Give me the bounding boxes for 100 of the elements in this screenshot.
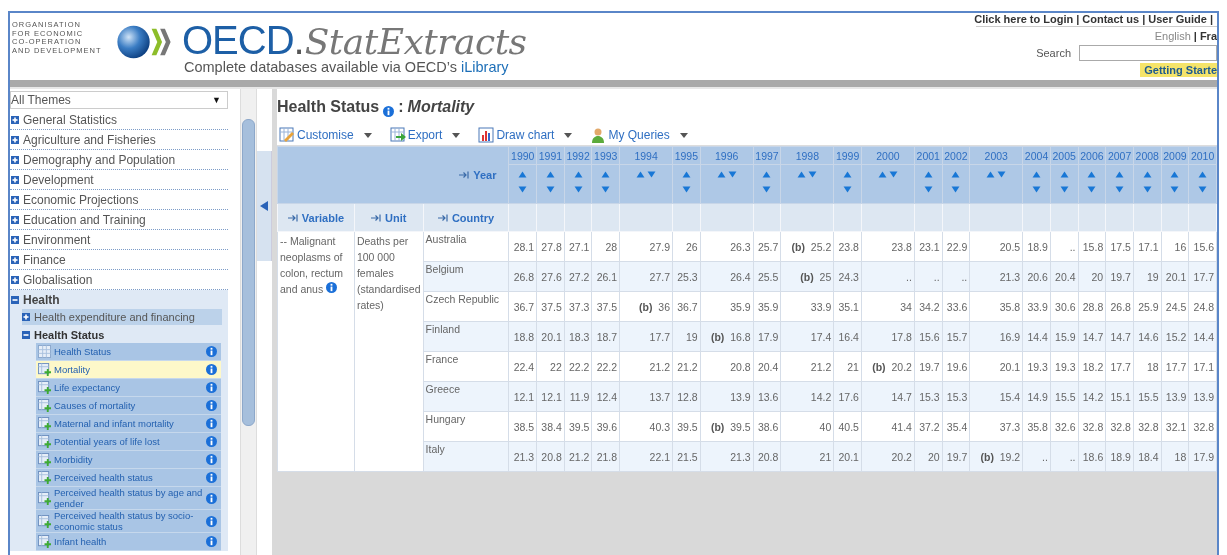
info-icon[interactable] — [206, 382, 217, 393]
sort-down-icon[interactable] — [843, 186, 853, 193]
info-icon[interactable] — [326, 282, 338, 293]
sort-up-icon[interactable] — [518, 171, 528, 178]
expand-icon[interactable] — [11, 135, 19, 144]
sort-up-icon[interactable] — [951, 171, 961, 178]
expand-icon[interactable] — [11, 215, 19, 224]
sort-up-icon[interactable] — [797, 171, 807, 178]
sort-down-icon[interactable] — [727, 171, 737, 178]
sort-up-icon[interactable] — [843, 171, 853, 178]
toolbar-button[interactable]: Export — [389, 127, 461, 143]
info-icon[interactable] — [206, 364, 217, 375]
sort-down-icon[interactable] — [1115, 186, 1125, 193]
dimension-header[interactable]: Variable — [277, 203, 355, 232]
collapse-left-icon[interactable] — [260, 201, 268, 211]
sort-up-icon[interactable] — [545, 171, 555, 178]
sort-up-icon[interactable] — [681, 171, 691, 178]
toolbar-button[interactable]: Draw chart — [478, 127, 573, 143]
sort-down-icon[interactable] — [951, 186, 961, 193]
theme-item[interactable]: Education and Training — [10, 210, 228, 230]
sort-up-icon[interactable] — [1142, 171, 1152, 178]
dataset-item[interactable]: Perceived health status — [36, 469, 221, 487]
sort-up-icon[interactable] — [573, 171, 583, 178]
theme-item[interactable]: Finance — [10, 250, 228, 270]
info-icon[interactable] — [206, 492, 217, 504]
sort-down-icon[interactable] — [1142, 186, 1152, 193]
sort-up-icon[interactable] — [1032, 171, 1042, 178]
sort-down-icon[interactable] — [601, 186, 611, 193]
expand-icon[interactable] — [11, 115, 19, 124]
expand-icon[interactable] — [11, 255, 19, 264]
dataset-item[interactable]: Infant health — [36, 533, 221, 551]
info-icon[interactable] — [206, 472, 217, 483]
expand-icon[interactable] — [11, 195, 19, 204]
site-logo[interactable]: OECD.StatExtracts — [182, 21, 527, 59]
collapse-panel-button[interactable] — [257, 151, 272, 261]
ilibrary-link[interactable]: iLibrary — [461, 59, 509, 75]
search-field[interactable] — [1079, 45, 1217, 61]
sort-up-icon[interactable] — [1087, 171, 1097, 178]
sort-up-icon[interactable] — [601, 171, 611, 178]
theme-item[interactable]: Environment — [10, 230, 228, 250]
theme-item[interactable]: Economic Projections — [10, 190, 228, 210]
dataset-item[interactable]: Potential years of life lost — [36, 433, 221, 451]
header-link[interactable]: Click here to Login — [974, 13, 1074, 25]
sort-down-icon[interactable] — [573, 186, 583, 193]
dataset-item[interactable]: Mortality — [36, 361, 221, 379]
dimension-header[interactable]: Unit — [354, 203, 424, 232]
info-icon[interactable] — [206, 346, 217, 357]
sort-down-icon[interactable] — [545, 186, 555, 193]
sort-up-icon[interactable] — [986, 171, 996, 178]
sort-down-icon[interactable] — [681, 186, 691, 193]
dataset-item[interactable]: Perceived health status by age and gender — [36, 487, 221, 510]
dataset-item[interactable]: Perceived health status by socio-economic status — [36, 510, 221, 533]
language-link[interactable]: Fra — [1199, 30, 1217, 42]
sort-up-icon[interactable] — [1170, 171, 1180, 178]
sort-down-icon[interactable] — [647, 171, 657, 178]
collapse-icon[interactable] — [11, 295, 19, 304]
subtheme-item[interactable]: Health expenditure and financing — [22, 309, 222, 325]
scrollbar[interactable] — [240, 89, 257, 555]
info-icon[interactable] — [206, 436, 217, 447]
sort-down-icon[interactable] — [997, 171, 1007, 178]
sort-up-icon[interactable] — [923, 171, 933, 178]
info-icon[interactable] — [383, 106, 395, 117]
expand-icon[interactable] — [11, 235, 19, 244]
language-link[interactable]: English — [1154, 30, 1191, 42]
header-link[interactable]: User Guide — [1148, 13, 1207, 25]
toolbar-button[interactable]: My Queries — [590, 127, 688, 143]
sort-down-icon[interactable] — [1087, 186, 1097, 193]
sort-up-icon[interactable] — [762, 171, 772, 178]
year-dimension-header[interactable]: Year — [277, 146, 509, 204]
theme-select[interactable]: All Themes ▼ — [10, 91, 228, 109]
sort-up-icon[interactable] — [716, 171, 726, 178]
theme-item[interactable]: Health — [10, 290, 228, 309]
sort-down-icon[interactable] — [888, 171, 898, 178]
theme-item[interactable]: General Statistics — [10, 110, 228, 130]
dataset-item[interactable]: Health Status — [36, 343, 221, 361]
sort-down-icon[interactable] — [1198, 186, 1208, 193]
sort-down-icon[interactable] — [1170, 186, 1180, 193]
expand-icon[interactable] — [11, 155, 19, 164]
sort-down-icon[interactable] — [1059, 186, 1069, 193]
dataset-item[interactable]: Morbidity — [36, 451, 221, 469]
expand-icon[interactable] — [11, 175, 19, 184]
collapse-icon[interactable] — [22, 331, 30, 339]
scrollbar-thumb[interactable] — [242, 119, 255, 426]
subtheme-item[interactable]: Health Status — [22, 327, 222, 343]
info-icon[interactable] — [206, 536, 217, 547]
dataset-item[interactable]: Causes of mortality — [36, 397, 221, 415]
theme-item[interactable]: Agriculture and Fisheries — [10, 130, 228, 150]
info-icon[interactable] — [206, 454, 217, 465]
dimension-header[interactable]: Country — [423, 203, 509, 232]
info-icon[interactable] — [206, 515, 217, 527]
info-icon[interactable] — [206, 418, 217, 429]
info-icon[interactable] — [206, 400, 217, 411]
sort-up-icon[interactable] — [636, 171, 646, 178]
theme-item[interactable]: Demography and Population — [10, 150, 228, 170]
toolbar-button[interactable]: Customise — [279, 127, 372, 143]
sort-down-icon[interactable] — [518, 186, 528, 193]
dataset-item[interactable]: Maternal and infant mortality — [36, 415, 221, 433]
sort-down-icon[interactable] — [762, 186, 772, 193]
sort-down-icon[interactable] — [923, 186, 933, 193]
getting-started-button[interactable]: Getting Starte — [1140, 63, 1217, 77]
